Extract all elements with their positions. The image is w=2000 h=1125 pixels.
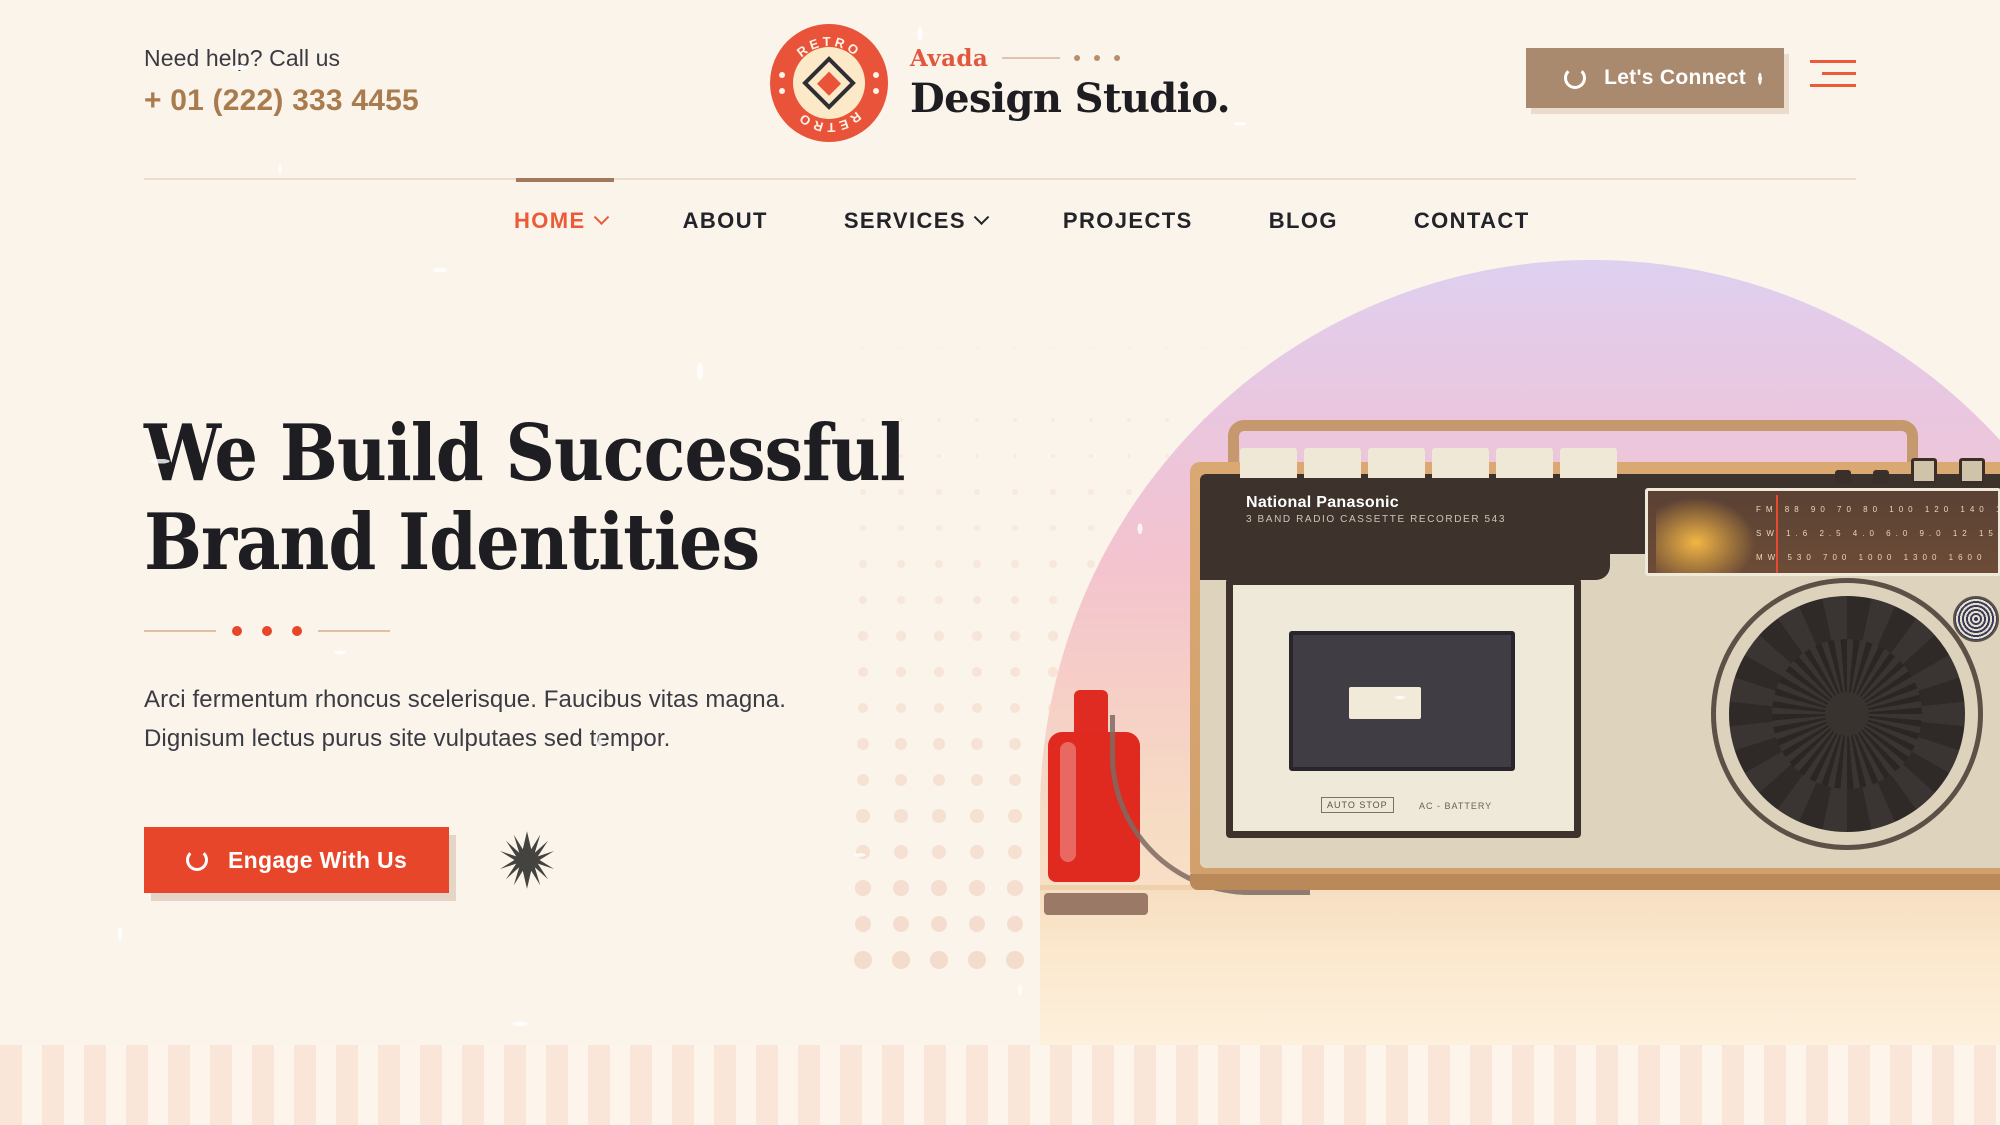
nav-label-blog: BLOG <box>1268 208 1338 233</box>
ac-battery-label: AC - BATTERY <box>1419 801 1493 811</box>
page-root: Need help? Call us + 01 (222) 333 4455 R… <box>0 0 2000 1125</box>
main-navigation: HOME ABOUT SERVICES PROJECTS BLOG CONTAC… <box>0 178 2000 234</box>
page-title: We Build Successful Brand Identities <box>144 408 1024 588</box>
starburst-icon <box>500 831 555 889</box>
tuner-dial: FM 88 90 70 80 100 120 140 160 SW 1.6 2.… <box>1645 488 2000 576</box>
brand-small-text: Avada <box>910 44 989 72</box>
speaker-grille <box>1711 578 1983 850</box>
nav-link-projects[interactable]: PROJECTS <box>1063 208 1193 234</box>
device-brand-label: National Panasonic <box>1246 494 1399 511</box>
brand-name-text: Design Studio. <box>910 74 1231 122</box>
device-model-label: 3 BAND RADIO CASSETTE RECORDER 543 <box>1246 514 1507 525</box>
radio-cassette-recorder: National Panasonic 3 BAND RADIO CASSETTE… <box>1190 420 2000 890</box>
phone-number[interactable]: + 01 (222) 333 4455 <box>144 84 419 118</box>
contact-block: Need help? Call us + 01 (222) 333 4455 <box>144 44 419 118</box>
nav-top-rule <box>144 178 1856 180</box>
hero-title-line2: Brand Identities <box>144 496 760 588</box>
hero-copy: We Build Successful Brand Identities Arc… <box>144 408 1144 893</box>
nav-label-about: ABOUT <box>682 208 768 233</box>
nav-list: HOME ABOUT SERVICES PROJECTS BLOG CONTAC… <box>144 208 1856 234</box>
brand-dots-decor <box>1074 55 1121 61</box>
hero-divider <box>144 625 1144 636</box>
circle-arrow-icon <box>186 849 208 871</box>
hero-title-line1: We Build Successful <box>144 408 906 499</box>
hero-paragraph: Arci fermentum rhoncus scelerisque. Fauc… <box>144 680 1144 759</box>
engage-button-label: Engage With Us <box>228 846 408 873</box>
hero-image: National Panasonic 3 BAND RADIO CASSETTE… <box>1040 260 2000 1045</box>
call-label: Need help? Call us <box>144 45 341 71</box>
hero-paragraph-line2: Dignisum lectus purus site vulputaes sed… <box>144 725 671 753</box>
chevron-down-icon <box>973 208 990 225</box>
chevron-down-icon <box>593 208 609 225</box>
nav-item-services[interactable]: SERVICES <box>843 208 990 234</box>
nav-item-blog[interactable]: BLOG <box>1269 208 1338 234</box>
hero-paragraph-line1: Arci fermentum rhoncus scelerisque. Fauc… <box>144 685 786 713</box>
nav-label-services: SERVICES <box>843 208 966 233</box>
nav-label-home: HOME <box>514 208 586 233</box>
nav-item-home[interactable]: HOME <box>514 208 609 234</box>
cassette-deck: AUTO STOP AC - BATTERY <box>1226 578 1581 838</box>
nav-link-home[interactable]: HOME <box>514 208 609 234</box>
circle-arrow-icon <box>1564 67 1587 89</box>
nav-label-projects: PROJECTS <box>1062 208 1193 233</box>
brand-divider-line <box>1002 57 1061 59</box>
engage-with-us-button[interactable]: Engage With Us <box>144 827 450 893</box>
hamburger-icon[interactable] <box>1810 60 1856 87</box>
auto-stop-label: AUTO STOP <box>1321 797 1394 813</box>
site-header: Need help? Call us + 01 (222) 333 4455 R… <box>0 0 2000 178</box>
nav-link-about[interactable]: ABOUT <box>683 208 768 234</box>
bottom-stripe-pattern <box>0 1045 2000 1125</box>
nav-item-projects[interactable]: PROJECTS <box>1063 208 1193 234</box>
nav-link-blog[interactable]: BLOG <box>1269 208 1338 234</box>
site-logo[interactable]: RETRO RETRO Avada Design Studio. <box>770 24 1231 142</box>
lets-connect-button[interactable]: Let's Connect <box>1526 48 1784 108</box>
hero-section: National Panasonic 3 BAND RADIO CASSETTE… <box>0 260 2000 1045</box>
nav-active-indicator <box>516 178 614 182</box>
nav-item-about[interactable]: ABOUT <box>683 208 768 234</box>
retro-badge-icon: RETRO RETRO <box>770 24 889 142</box>
nav-label-contact: CONTACT <box>1413 208 1530 233</box>
nav-link-services[interactable]: SERVICES <box>843 208 990 234</box>
nav-link-contact[interactable]: CONTACT <box>1414 208 1530 234</box>
nav-item-contact[interactable]: CONTACT <box>1414 208 1530 234</box>
tweeter-icon <box>1953 596 1999 642</box>
lets-connect-label: Let's Connect <box>1604 66 1746 89</box>
